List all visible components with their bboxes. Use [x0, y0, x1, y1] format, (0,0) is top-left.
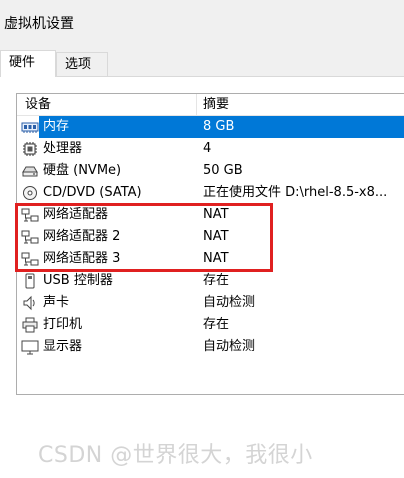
sound-card-icon	[21, 295, 39, 311]
device-row-usb-controller[interactable]: USB 控制器 存在	[17, 270, 404, 292]
processor-icon	[21, 141, 39, 157]
cd-dvd-icon	[21, 185, 39, 201]
window-title: 虚拟机设置	[4, 16, 74, 32]
column-header-device[interactable]: 设备	[17, 94, 197, 115]
device-summary: NAT	[203, 229, 229, 244]
device-row-hard-disk[interactable]: 硬盘 (NVMe) 50 GB	[17, 160, 404, 182]
tab-hardware[interactable]: 硬件	[0, 50, 56, 77]
device-name: 内存	[43, 119, 70, 134]
memory-icon	[21, 119, 39, 135]
device-summary: 存在	[203, 317, 230, 332]
usb-controller-icon	[21, 273, 39, 289]
device-row-processor[interactable]: 处理器 4	[17, 138, 404, 160]
device-row-network-adapter[interactable]: 网络适配器 NAT	[17, 204, 404, 226]
device-name: 显示器	[43, 339, 83, 354]
device-summary: 8 GB	[203, 119, 235, 134]
device-summary: 存在	[203, 273, 230, 288]
device-summary: 4	[203, 141, 212, 156]
tab-options[interactable]: 选项	[56, 52, 108, 76]
tab-strip: 硬件 选项	[0, 50, 404, 77]
device-row-sound-card[interactable]: 声卡 自动检测	[17, 292, 404, 314]
device-row-memory[interactable]: 内存 8 GB	[17, 116, 404, 138]
device-summary: 自动检测	[203, 339, 256, 354]
device-summary: 自动检测	[203, 295, 256, 310]
display-icon	[21, 339, 39, 355]
device-summary: 50 GB	[203, 163, 243, 178]
network-adapter-icon	[21, 207, 39, 223]
device-name: 打印机	[43, 317, 83, 332]
device-row-network-adapter-3[interactable]: 网络适配器 3 NAT	[17, 248, 404, 270]
hardware-panel: 设备 摘要 内存 8 GB 处理器 4 硬盘 (NVMe) 50 GB CD/D…	[0, 76, 404, 478]
device-list[interactable]: 设备 摘要 内存 8 GB 处理器 4 硬盘 (NVMe) 50 GB CD/D…	[16, 93, 404, 395]
column-header-summary[interactable]: 摘要	[197, 94, 404, 115]
printer-icon	[21, 317, 39, 333]
device-name: 网络适配器 2	[43, 229, 121, 244]
list-header: 设备 摘要	[17, 94, 404, 116]
device-row-cd-dvd[interactable]: CD/DVD (SATA) 正在使用文件 D:\rhel-8.5-x8...	[17, 182, 404, 204]
device-name: 网络适配器	[43, 207, 109, 222]
device-row-display[interactable]: 显示器 自动检测	[17, 336, 404, 358]
watermark: CSDN @世界很大，我很小	[38, 443, 313, 468]
device-name: 处理器	[43, 141, 83, 156]
hard-disk-icon	[21, 163, 39, 179]
device-summary: 正在使用文件 D:\rhel-8.5-x8...	[203, 185, 388, 200]
device-row-network-adapter-2[interactable]: 网络适配器 2 NAT	[17, 226, 404, 248]
device-summary: NAT	[203, 207, 229, 222]
device-name: 硬盘 (NVMe)	[43, 163, 122, 178]
network-adapter-icon	[21, 229, 39, 245]
device-name: USB 控制器	[43, 273, 113, 288]
device-name: CD/DVD (SATA)	[43, 185, 142, 200]
device-name: 网络适配器 3	[43, 251, 121, 266]
network-adapter-icon	[21, 251, 39, 267]
device-row-printer[interactable]: 打印机 存在	[17, 314, 404, 336]
device-name: 声卡	[43, 295, 70, 310]
device-summary: NAT	[203, 251, 229, 266]
